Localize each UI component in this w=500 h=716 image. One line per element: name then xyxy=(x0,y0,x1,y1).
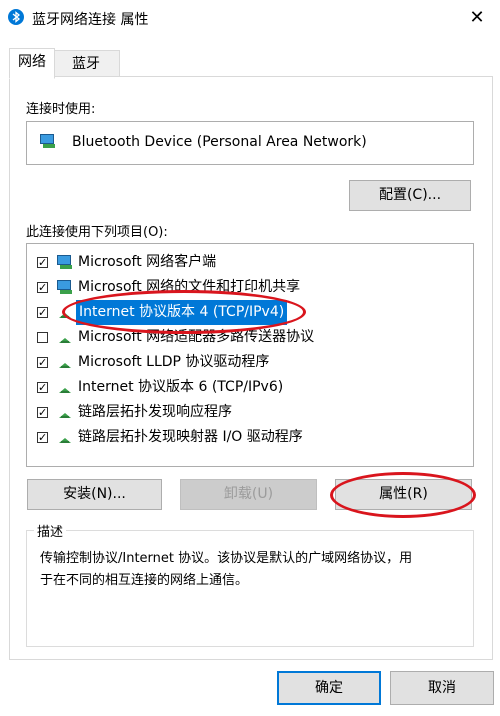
checkbox[interactable]: ✓ xyxy=(37,407,48,418)
network-adapter-icon xyxy=(40,134,58,150)
bluetooth-icon xyxy=(8,9,24,25)
title-bar: 蓝牙网络连接 属性 ✕ xyxy=(0,0,500,36)
list-item[interactable]: ✓ 链路层拓扑发现映射器 I/O 驱动程序 xyxy=(27,425,473,450)
configure-button[interactable]: 配置(C)... xyxy=(349,180,471,211)
list-item[interactable]: Microsoft 网络适配器多路传送器协议 xyxy=(27,325,473,350)
tab-bluetooth[interactable]: 蓝牙 xyxy=(53,50,120,78)
list-item[interactable]: ✓ Microsoft LLDP 协议驱动程序 xyxy=(27,350,473,375)
description-text: 传输控制协议/Internet 协议。该协议是默认的广域网络协议，用 于在不同的… xyxy=(40,551,413,588)
list-item[interactable]: ✓ Internet 协议版本 6 (TCP/IPv6) xyxy=(27,375,473,400)
close-icon[interactable]: ✕ xyxy=(462,4,492,32)
protocol-icon xyxy=(57,430,73,445)
checkbox[interactable]: ✓ xyxy=(37,382,48,393)
items-list[interactable]: ✓ Microsoft 网络客户端 ✓ Microsoft 网络的文件和打印机共… xyxy=(26,243,474,467)
list-item-selected[interactable]: ✓ Internet 协议版本 4 (TCP/IPv4) xyxy=(27,300,473,325)
protocol-icon xyxy=(57,380,73,395)
uninstall-button: 卸载(U) xyxy=(180,479,317,510)
tab-network[interactable]: 网络 xyxy=(9,48,55,79)
window-title: 蓝牙网络连接 属性 xyxy=(32,12,149,28)
protocol-icon xyxy=(57,405,73,420)
checkbox[interactable]: ✓ xyxy=(37,282,48,293)
ok-button[interactable]: 确定 xyxy=(277,671,381,705)
checkbox[interactable] xyxy=(37,332,48,343)
checkbox[interactable]: ✓ xyxy=(37,432,48,443)
install-button[interactable]: 安装(N)... xyxy=(27,479,162,510)
configure-mnemonic: (C) xyxy=(406,187,428,203)
checkbox[interactable]: ✓ xyxy=(37,307,48,318)
checkbox[interactable]: ✓ xyxy=(37,357,48,368)
network-client-icon xyxy=(57,255,73,270)
protocol-icon xyxy=(57,305,73,320)
list-item[interactable]: ✓ 链路层拓扑发现响应程序 xyxy=(27,400,473,425)
list-item[interactable]: ✓ Microsoft 网络的文件和打印机共享 xyxy=(27,275,473,300)
cancel-button[interactable]: 取消 xyxy=(390,671,494,705)
items-label: 此连接使用下列项目(O): xyxy=(26,225,168,240)
description-title: 描述 xyxy=(34,521,67,540)
device-name: Bluetooth Device (Personal Area Network) xyxy=(72,134,367,150)
properties-button[interactable]: 属性(R) xyxy=(335,479,472,510)
protocol-icon xyxy=(57,330,73,345)
connect-using-label: 连接时使用: xyxy=(26,102,96,117)
protocol-icon xyxy=(57,355,73,370)
network-client-icon xyxy=(57,280,73,295)
checkbox[interactable]: ✓ xyxy=(37,257,48,268)
list-item[interactable]: ✓ Microsoft 网络客户端 xyxy=(27,250,473,275)
